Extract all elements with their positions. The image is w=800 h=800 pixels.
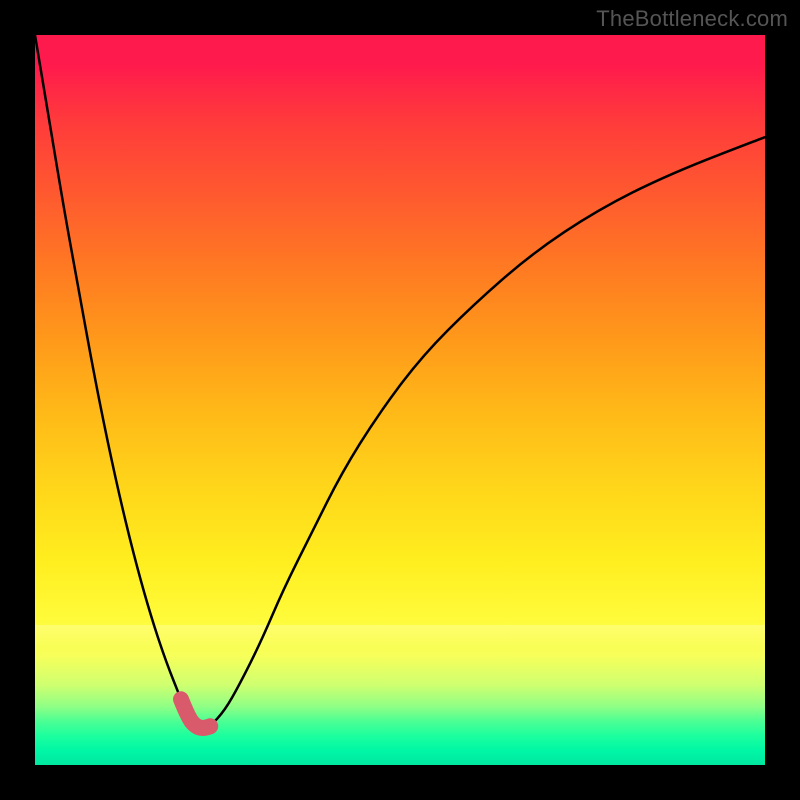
chart-frame: TheBottleneck.com bbox=[0, 0, 800, 800]
highlight-segment bbox=[181, 699, 210, 728]
plot-area bbox=[35, 35, 765, 765]
watermark-text: TheBottleneck.com bbox=[596, 6, 788, 32]
chart-svg bbox=[35, 35, 765, 765]
bottleneck-curve bbox=[35, 35, 765, 728]
